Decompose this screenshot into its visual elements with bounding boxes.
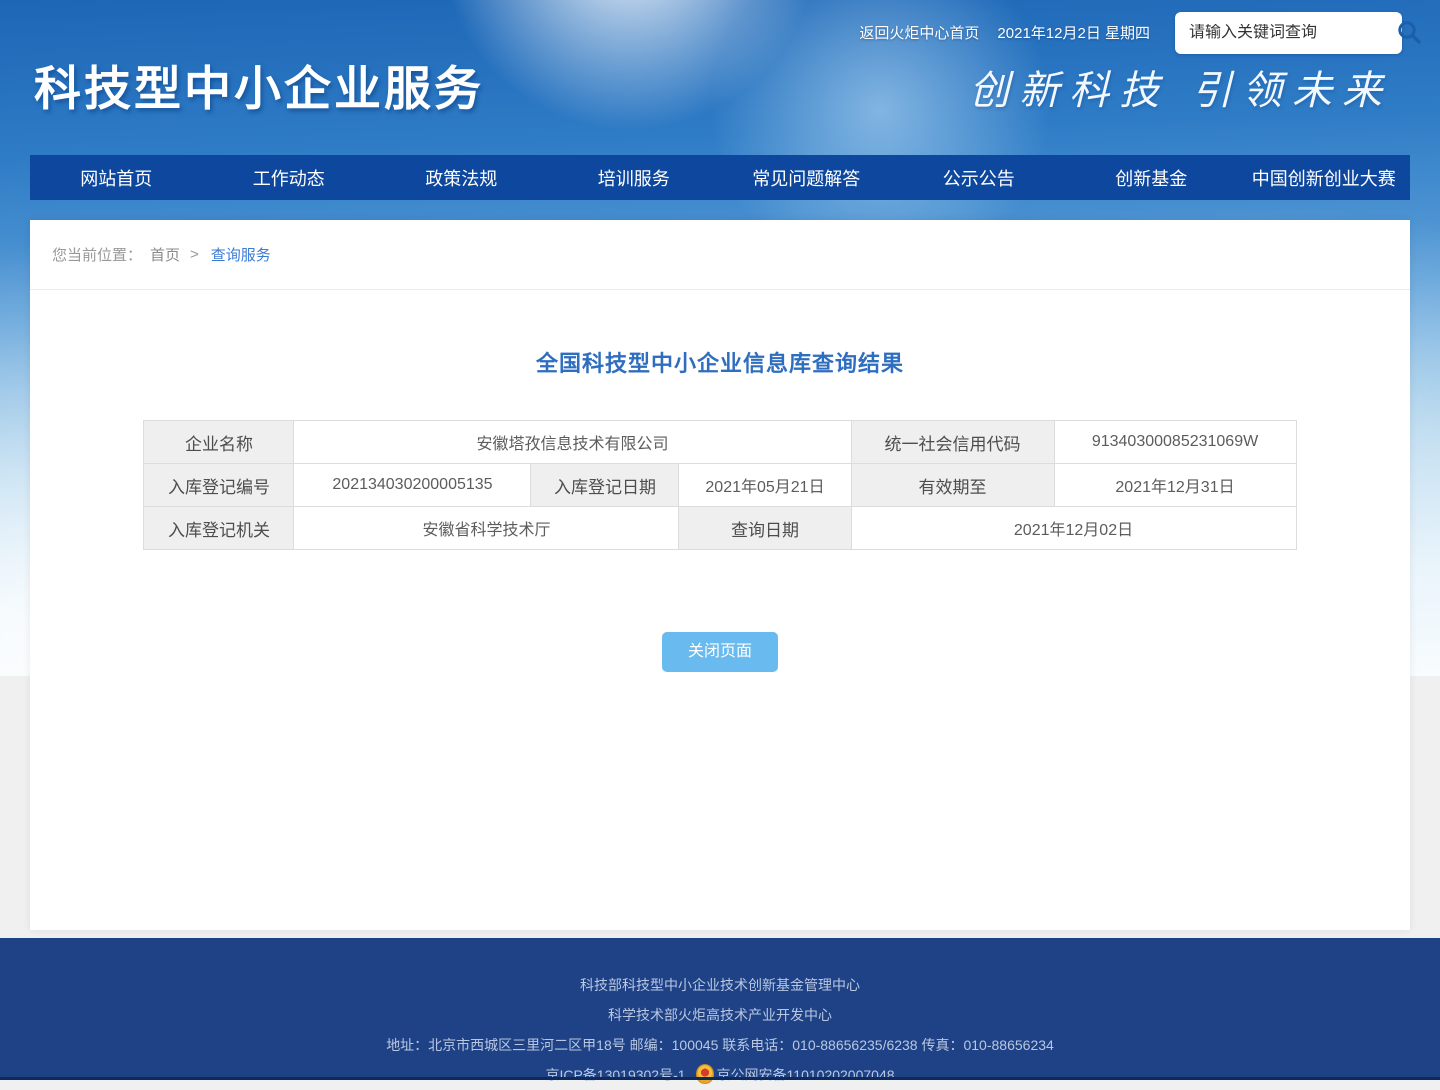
breadcrumb-home-link[interactable]: 首页 <box>150 244 180 265</box>
company-name-value: 安徽塔孜信息技术有限公司 <box>294 421 851 464</box>
footer-org-line-2: 科学技术部火炬高技术产业开发中心 <box>0 1000 1440 1030</box>
registration-no-label: 入库登记编号 <box>144 464 294 507</box>
credit-code-label: 统一社会信用代码 <box>851 421 1054 464</box>
registration-no-value: 202134030200005135 <box>294 464 531 507</box>
main-navigation: 网站首页 工作动态 政策法规 培训服务 常见问题解答 公示公告 创新基金 中国创… <box>30 155 1410 200</box>
nav-item-announcements[interactable]: 公示公告 <box>893 155 1066 200</box>
page-title: 全国科技型中小企业信息库查询结果 <box>30 346 1410 378</box>
nav-item-innovation-fund[interactable]: 创新基金 <box>1065 155 1238 200</box>
return-torch-home-link[interactable]: 返回火炬中心首页 <box>859 25 979 42</box>
breadcrumb-separator: > <box>190 246 199 263</box>
nav-item-home[interactable]: 网站首页 <box>30 155 203 200</box>
table-row-authority: 入库登记机关 安徽省科学技术厅 查询日期 2021年12月02日 <box>144 507 1296 550</box>
search-icon <box>1396 19 1422 48</box>
search-button[interactable] <box>1396 18 1422 48</box>
breadcrumb: 您当前位置： 首页 > 查询服务 <box>30 220 1410 290</box>
current-date-text: 2021年12月2日 星期四 <box>997 25 1150 42</box>
nav-item-work-news[interactable]: 工作动态 <box>203 155 376 200</box>
breadcrumb-prefix: 您当前位置： <box>52 244 142 265</box>
topbar: 返回火炬中心首页 2021年12月2日 星期四 <box>0 22 1150 43</box>
footer: 科技部科技型中小企业技术创新基金管理中心 科学技术部火炬高技术产业开发中心 地址… <box>0 938 1440 1080</box>
content-panel: 您当前位置： 首页 > 查询服务 全国科技型中小企业信息库查询结果 企业名称 安… <box>30 220 1410 930</box>
police-registration-link[interactable]: 京公网安备11010202007048 <box>717 1067 895 1083</box>
nav-item-innovation-competition[interactable]: 中国创新创业大赛 <box>1238 155 1411 200</box>
company-name-label: 企业名称 <box>144 421 294 464</box>
close-page-button[interactable]: 关闭页面 <box>662 632 778 672</box>
footer-org-line-1: 科技部科技型中小企业技术创新基金管理中心 <box>0 970 1440 1000</box>
credit-code-value: 91340300085231069W <box>1054 421 1296 464</box>
query-date-value: 2021年12月02日 <box>851 507 1296 550</box>
search-input[interactable] <box>1189 24 1396 42</box>
valid-until-label: 有效期至 <box>851 464 1054 507</box>
nav-item-faq[interactable]: 常见问题解答 <box>720 155 893 200</box>
registration-authority-value: 安徽省科学技术厅 <box>294 507 679 550</box>
close-button-area: 关闭页面 <box>30 632 1410 672</box>
query-date-label: 查询日期 <box>679 507 851 550</box>
table-row-company: 企业名称 安徽塔孜信息技术有限公司 统一社会信用代码 9134030008523… <box>144 421 1296 464</box>
site-title: 科技型中小企业服务 <box>34 50 484 119</box>
police-badge-icon <box>696 1064 714 1084</box>
registration-authority-label: 入库登记机关 <box>144 507 294 550</box>
footer-address-line: 地址：北京市西城区三里河二区甲18号 邮编：100045 联系电话：010-88… <box>0 1030 1440 1060</box>
nav-item-policies[interactable]: 政策法规 <box>375 155 548 200</box>
valid-until-value: 2021年12月31日 <box>1054 464 1296 507</box>
registration-date-value: 2021年05月21日 <box>679 464 851 507</box>
query-result-table: 企业名称 安徽塔孜信息技术有限公司 统一社会信用代码 9134030008523… <box>143 420 1296 550</box>
footer-registration-line: 京ICP备13019302号-1 京公网安备11010202007048 <box>0 1060 1440 1090</box>
nav-item-training[interactable]: 培训服务 <box>548 155 721 200</box>
registration-date-label: 入库登记日期 <box>531 464 679 507</box>
breadcrumb-current-link[interactable]: 查询服务 <box>211 244 271 265</box>
slogan-calligraphy: 创新科技 引领未来 <box>969 58 1392 116</box>
table-row-registration: 入库登记编号 202134030200005135 入库登记日期 2021年05… <box>144 464 1296 507</box>
icp-license-link[interactable]: 京ICP备13019302号-1 <box>545 1067 685 1083</box>
search-box <box>1175 12 1402 54</box>
